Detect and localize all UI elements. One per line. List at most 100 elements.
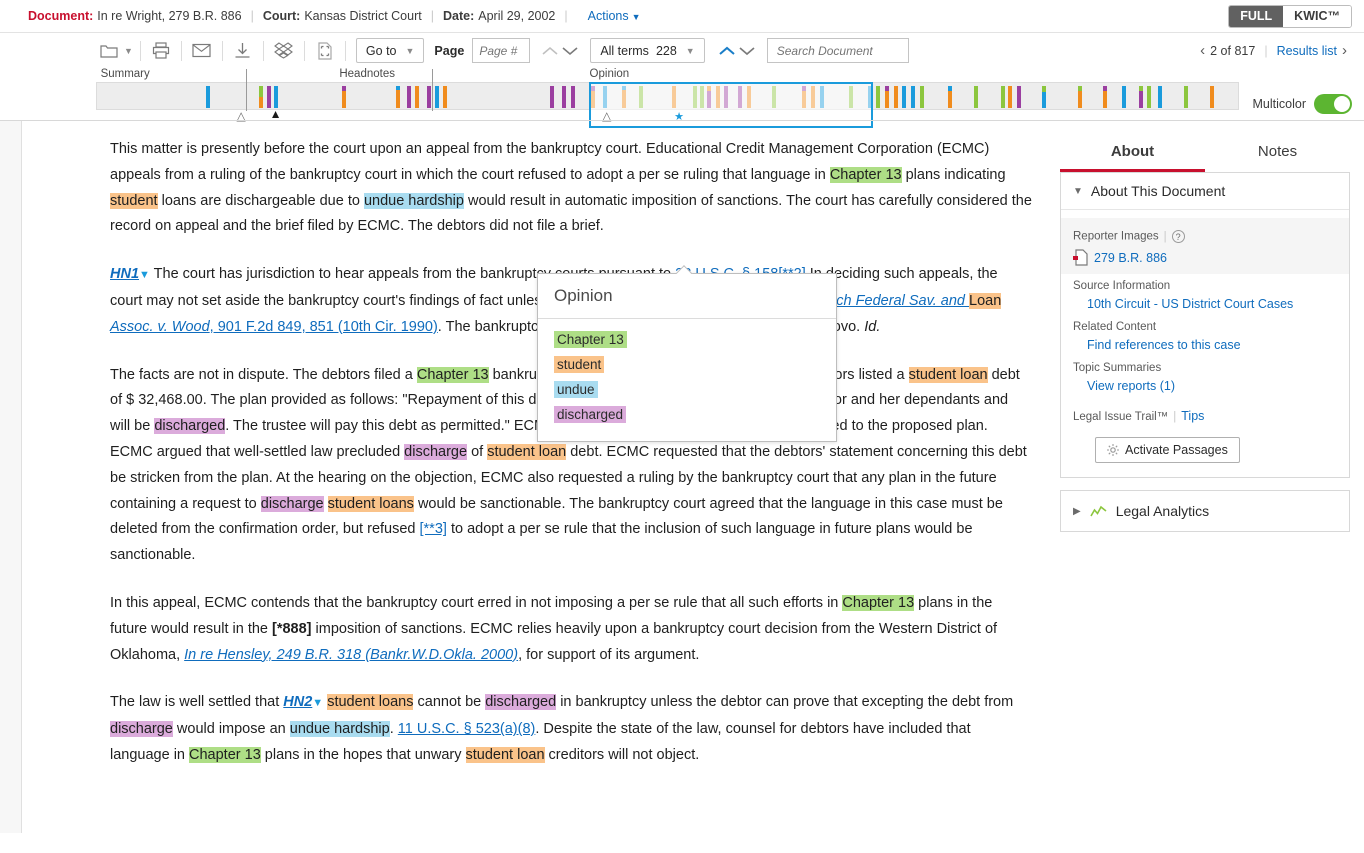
multicolor-label: Multicolor <box>1253 97 1307 111</box>
legal-analytics-section[interactable]: ▶ Legal Analytics <box>1060 490 1350 532</box>
text: the bankruptcy court. Educational Credit… <box>503 141 854 157</box>
tab-notes[interactable]: Notes <box>1205 135 1350 172</box>
goto-dropdown[interactable]: Go to ▼ <box>356 38 425 63</box>
page-number-input[interactable] <box>472 38 530 63</box>
term-map-tick <box>407 86 411 108</box>
tips-link[interactable]: Tips <box>1181 409 1204 423</box>
actions-label: Actions <box>588 9 629 23</box>
document-toolbar: ▼ Go to ▼ Page All terms 228 ▼ <box>0 33 1364 68</box>
toolbar-divider <box>263 41 264 61</box>
text: In this appeal, ECMC contends that the b… <box>110 595 842 611</box>
view-mode-full[interactable]: FULL <box>1229 6 1283 27</box>
multicolor-toggle[interactable] <box>1314 94 1352 114</box>
text: in bankruptcy unless the debtor can prov… <box>556 694 1013 710</box>
dropbox-icon[interactable] <box>271 39 297 63</box>
citation-link[interactable]: Assoc. v. Wood <box>110 319 210 335</box>
term-map-marker-active[interactable]: ▲ <box>270 107 282 121</box>
popup-term-student[interactable]: student <box>554 356 604 373</box>
term-prev-button[interactable] <box>717 41 737 61</box>
headnote-hn2-link[interactable]: HN2 <box>283 694 312 710</box>
term-map-tick <box>738 86 742 108</box>
page-up-button[interactable] <box>540 41 560 61</box>
term-map-tick <box>820 86 824 108</box>
results-list-link[interactable]: Results list <box>1277 44 1337 58</box>
date-value: April 29, 2002 <box>478 9 555 23</box>
document-label: Document: <box>28 9 93 23</box>
popup-title: Opinion <box>538 274 836 319</box>
citation-link[interactable]: 11 U.S.C. § 523(a)(8) <box>398 721 536 737</box>
folder-icon[interactable] <box>96 39 122 63</box>
court-label: Court: <box>263 9 301 23</box>
page-view-icon[interactable] <box>312 39 338 63</box>
paragraph-hn2: The law is well settled that HN2▼ studen… <box>110 690 1032 768</box>
text: Id. <box>864 319 880 335</box>
highlight-student-loan: student loan <box>909 367 988 383</box>
previous-result-button[interactable]: ‹ <box>1195 42 1210 59</box>
term-map-tick <box>868 86 872 108</box>
term-map-tick <box>724 86 728 108</box>
view-mode-toggle[interactable]: FULL KWIC™ <box>1228 5 1352 28</box>
search-document-box[interactable] <box>767 38 909 63</box>
reporter-image-row[interactable]: 279 B.R. 886 <box>1073 249 1337 266</box>
view-mode-kwic[interactable]: KWIC™ <box>1283 6 1351 27</box>
headnote-hn1-link[interactable]: HN1 <box>110 266 139 282</box>
about-document-card: ▼ About This Document Reporter Images|? … <box>1060 173 1350 478</box>
term-map-tick <box>885 86 889 91</box>
highlight-discharged: discharged <box>485 694 556 710</box>
find-references-link[interactable]: Find references to this case <box>1087 338 1241 352</box>
term-map-tick <box>415 86 419 108</box>
popup-term-discharged[interactable]: discharged <box>554 406 626 423</box>
print-icon[interactable] <box>148 39 174 63</box>
term-map-tick <box>1103 86 1107 91</box>
search-input[interactable] <box>775 43 936 59</box>
analytics-chart-icon <box>1090 505 1107 518</box>
term-map-tick <box>427 86 431 108</box>
actions-menu[interactable]: Actions▼ <box>588 9 641 23</box>
star-page-reference[interactable]: [**3] <box>420 521 447 537</box>
about-document-body: Reporter Images|? 279 B.R. 886 Source In… <box>1061 210 1349 477</box>
chevron-down-icon: ▼ <box>632 12 641 22</box>
reporter-citation-link[interactable]: 279 B.R. 886 <box>1094 251 1167 265</box>
date-label: Date: <box>443 9 474 23</box>
citation-link[interactable]: , 901 F.2d 849, 851 (10th Cir. 1990) <box>210 319 438 335</box>
text: This matter is presently before the cour… <box>110 141 503 157</box>
term-map-track[interactable] <box>96 82 1239 110</box>
page-down-button[interactable] <box>560 41 580 61</box>
all-terms-dropdown[interactable]: All terms 228 ▼ <box>590 38 704 63</box>
popup-term-undue[interactable]: undue <box>554 381 598 398</box>
sidebar-tabs: About Notes <box>1060 135 1350 173</box>
term-map-tick <box>267 86 271 108</box>
term-map-zone[interactable]: Summary Headnotes Opinion △ ▲ △ ★ <box>96 68 1239 120</box>
citation-link[interactable]: In re Hensley, 249 B.R. 318 (Bankr.W.D.O… <box>184 647 518 663</box>
about-document-header[interactable]: ▼ About This Document <box>1061 173 1349 210</box>
term-map-tick <box>1001 86 1005 108</box>
view-reports-link[interactable]: View reports (1) <box>1087 379 1175 393</box>
term-map-tick <box>1158 86 1162 108</box>
source-information-label: Source Information <box>1073 280 1337 292</box>
chevron-right-icon: ▶ <box>1073 506 1081 517</box>
email-icon[interactable] <box>189 39 215 63</box>
reporter-document-icon <box>1073 249 1088 266</box>
term-map-tick <box>259 86 263 97</box>
term-map-tick <box>603 86 607 108</box>
download-icon[interactable] <box>230 39 256 63</box>
source-information-link[interactable]: 10th Circuit - US District Court Cases <box>1087 297 1293 311</box>
term-map-tick <box>1017 86 1021 108</box>
text: would impose an <box>173 721 290 737</box>
meta-divider: | <box>564 9 567 23</box>
toolbar-divider <box>304 41 305 61</box>
highlight-discharged: discharged <box>154 418 225 434</box>
help-icon[interactable]: ? <box>1172 230 1185 243</box>
chevron-down-icon[interactable]: ▼ <box>124 46 133 56</box>
popup-term-chapter-13[interactable]: Chapter 13 <box>554 331 627 348</box>
activate-passages-button[interactable]: Activate Passages <box>1095 437 1240 463</box>
goto-label: Go to <box>366 44 397 58</box>
topic-summaries-label: Topic Summaries <box>1073 362 1337 374</box>
next-result-button[interactable]: › <box>1337 42 1352 59</box>
results-divider: | <box>1264 44 1267 58</box>
term-map-tick <box>1139 86 1143 91</box>
multicolor-control: Multicolor <box>1253 68 1353 114</box>
tab-about[interactable]: About <box>1060 135 1205 172</box>
text: result in automatic imposition of sancti… <box>510 193 899 209</box>
term-next-button[interactable] <box>737 41 757 61</box>
